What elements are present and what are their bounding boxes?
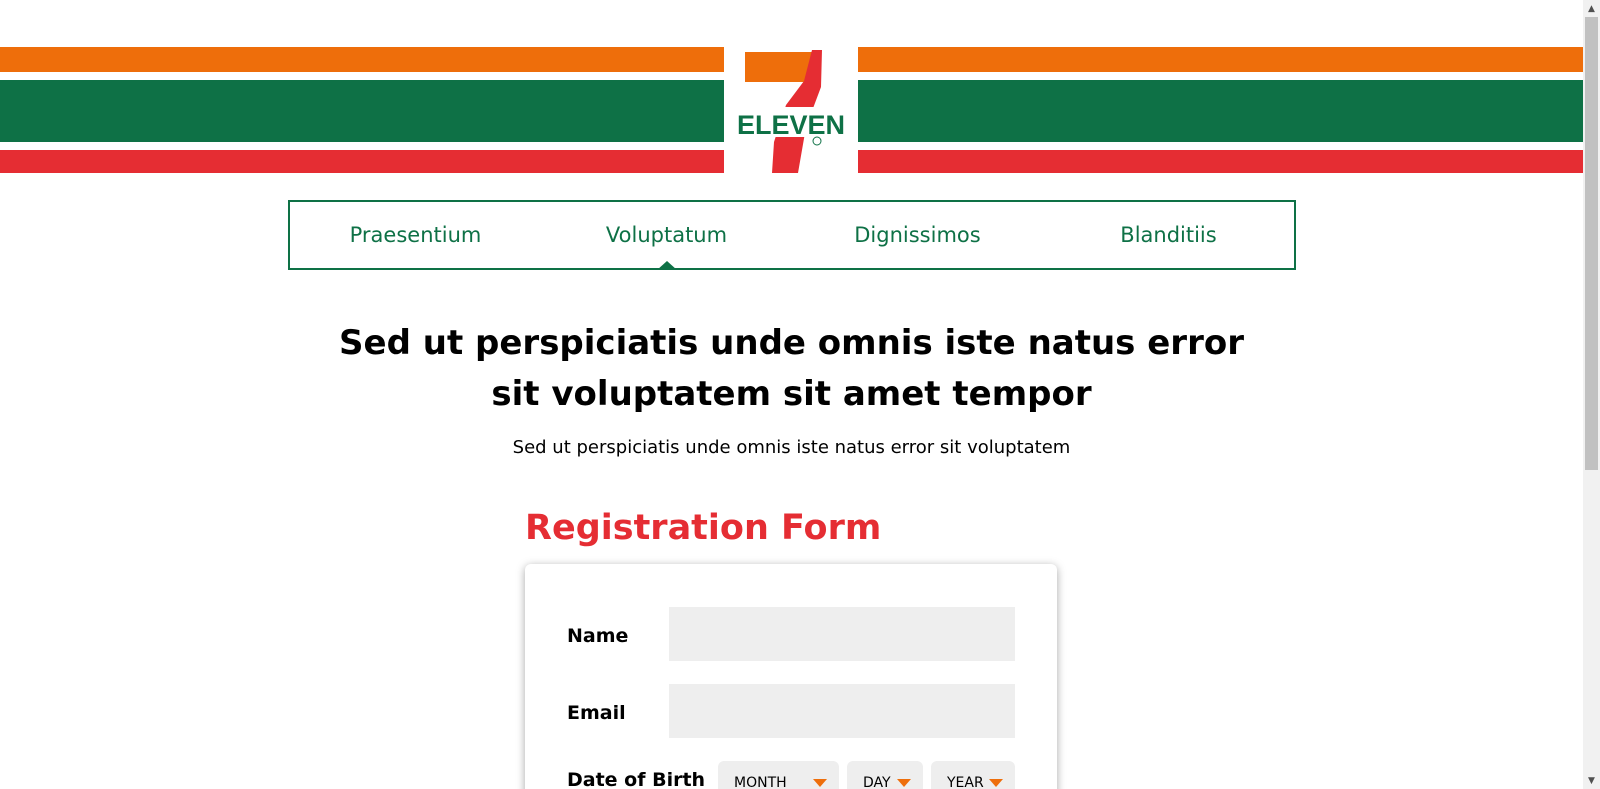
caret-down-icon	[989, 779, 1003, 787]
scrollbar-thumb[interactable]	[1585, 17, 1598, 470]
nav-item-label: Praesentium	[349, 223, 482, 247]
page-headline: Sed ut perspiciatis unde omnis iste natu…	[339, 323, 1244, 414]
registration-form: Name Email Date of Birth MONTH DAY YEAR	[525, 564, 1057, 789]
month-select[interactable]: MONTH	[718, 761, 839, 789]
logo-text: ELEVEN	[737, 110, 845, 140]
caret-down-icon	[813, 779, 827, 787]
nav-item-blanditiis[interactable]: Blanditiis	[1043, 202, 1294, 268]
nav-item-praesentium[interactable]: Praesentium	[290, 202, 541, 268]
day-select[interactable]: DAY	[847, 761, 923, 789]
vertical-scrollbar[interactable]: ▲ ▼	[1583, 0, 1600, 789]
nav-item-label: Dignissimos	[854, 223, 981, 247]
nav-item-dignissimos[interactable]: Dignissimos	[792, 202, 1043, 268]
year-select[interactable]: YEAR	[931, 761, 1015, 789]
seven-eleven-logo-icon: ELEVEN	[737, 50, 845, 173]
nav-item-voluptatum[interactable]: Voluptatum	[541, 202, 792, 270]
page-viewport: ELEVEN Praesentium Voluptatum Dignissimo…	[0, 0, 1583, 789]
form-title: Registration Form	[525, 508, 882, 548]
caret-down-icon	[897, 779, 911, 787]
scroll-up-arrow-icon[interactable]: ▲	[1583, 0, 1600, 17]
nav-item-label: Blanditiis	[1120, 223, 1217, 247]
year-select-value: YEAR	[947, 775, 984, 789]
day-select-value: DAY	[863, 775, 891, 789]
page-subline: Sed ut perspiciatis unde omnis iste natu…	[512, 437, 1071, 458]
name-field[interactable]	[669, 607, 1015, 661]
brand-logo[interactable]: ELEVEN	[724, 47, 858, 173]
name-label: Name	[567, 625, 629, 647]
month-select-value: MONTH	[734, 775, 787, 789]
nav-item-label: Voluptatum	[605, 223, 728, 247]
dob-label: Date of Birth	[567, 769, 706, 789]
scroll-down-arrow-icon[interactable]: ▼	[1583, 772, 1600, 789]
email-field[interactable]	[669, 684, 1015, 738]
main-nav: Praesentium Voluptatum Dignissimos Bland…	[288, 200, 1296, 270]
email-label: Email	[567, 702, 626, 724]
